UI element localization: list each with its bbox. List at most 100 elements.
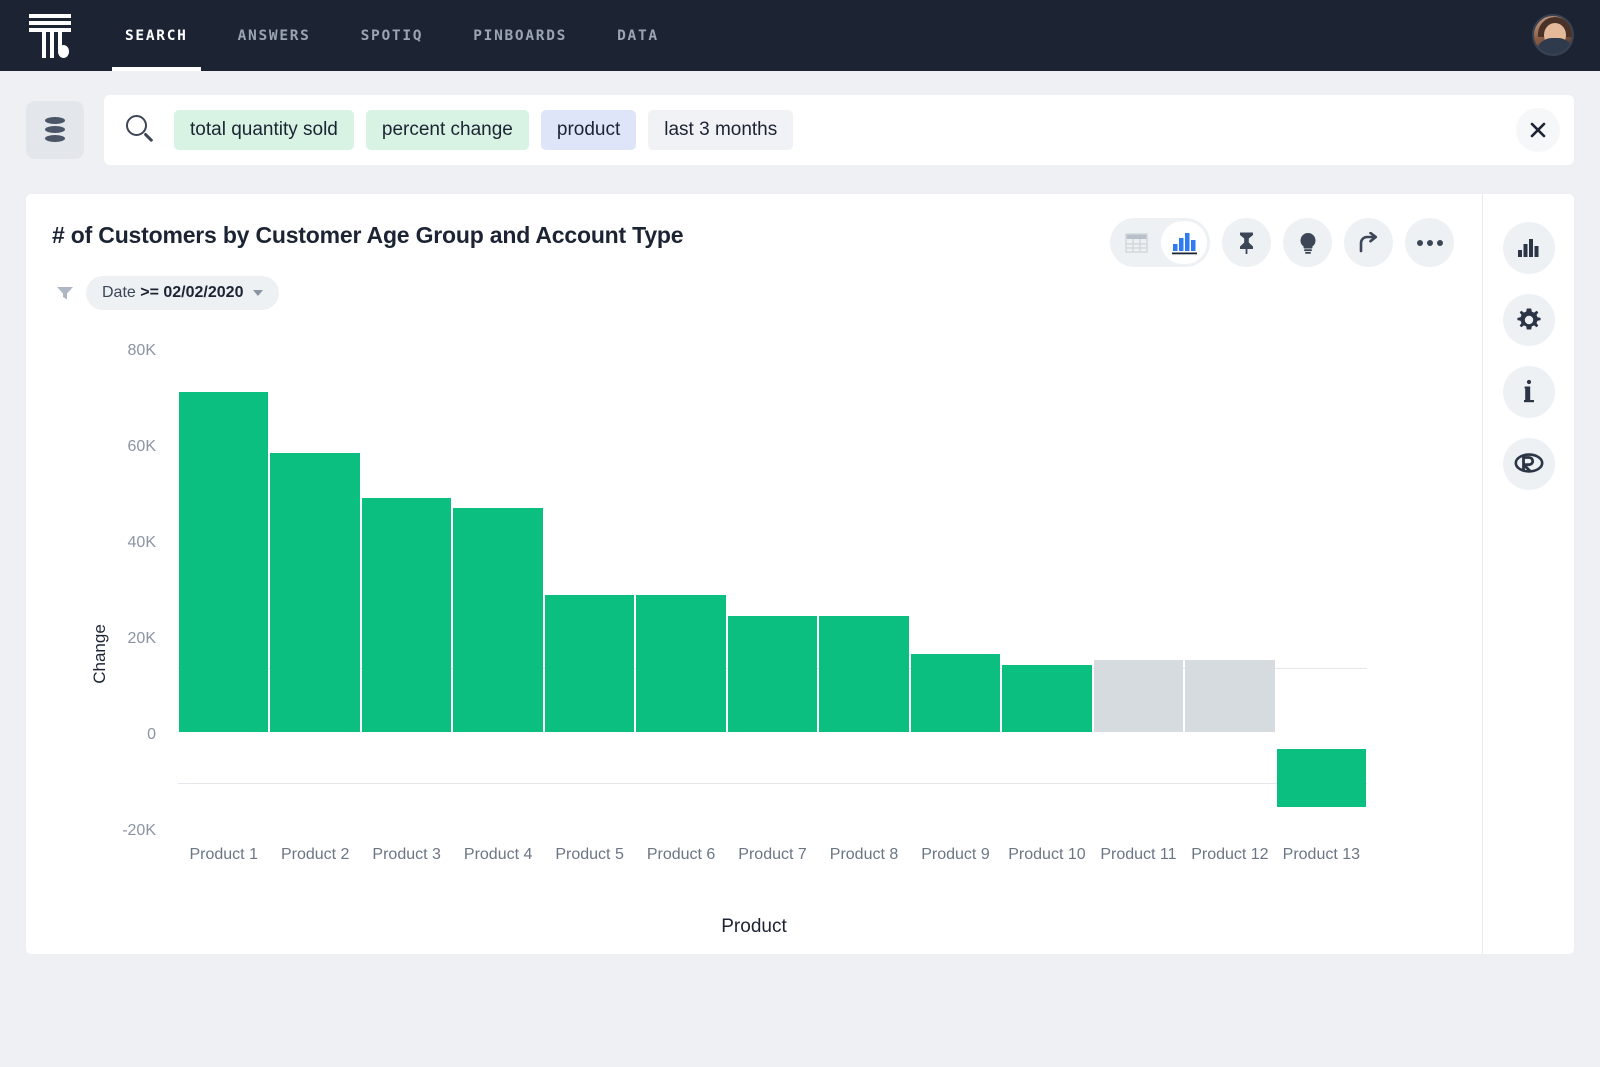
y-tick-label: 40K [127,534,156,551]
plot-area: Product 1 Product 2 Product 3 Product 4 Prod… [178,324,1367,863]
x-tick-label: Product 2 [280,846,350,863]
bar-chart: Change 80K 60K 40K 20K 0 -20K Product 1P… [26,324,1482,944]
bar[interactable] [361,498,452,732]
bar[interactable] [453,507,543,732]
bar[interactable] [819,616,909,732]
x-tick-label: Product 3 [372,846,441,863]
nav-label: ANSWERS [237,27,311,44]
x-tick-label: Product 7 [738,846,807,863]
search-tokens: total quantity sold percent change produ… [174,110,1516,150]
page-title: # of Customers by Customer Age Group and… [52,222,684,248]
y-axis-ticks: 80K 60K 40K 20K 0 -20K [26,324,156,944]
search-token-product[interactable]: product [540,110,637,150]
chart-view-toggle[interactable] [1161,221,1207,264]
bar-column: Product 9 [910,324,1001,863]
thoughtspot-logo-icon [29,13,71,58]
data-source-button[interactable] [26,101,84,159]
y-tick-label: 20K [127,630,156,647]
x-tick-label: Product 12 [1191,846,1269,863]
lightbulb-icon [1300,232,1315,254]
top-navigation-bar: SEARCH ANSWERS SPOTIQ PINBOARDS DATA [0,0,1600,71]
search-row: total quantity sold percent change produ… [26,95,1574,165]
pin-button[interactable] [1222,218,1271,267]
y-tick-label: 60K [127,438,156,455]
filter-icon [57,287,73,300]
nav-items: SEARCH ANSWERS SPOTIQ PINBOARDS DATA [100,0,684,71]
user-avatar[interactable] [1532,14,1574,56]
spotiq-button[interactable] [1283,218,1332,267]
bar-column: Product 13 [1276,324,1367,863]
chevron-down-icon [253,290,264,296]
nav-label: SPOTIQ [360,27,424,44]
chart-toolbar [1110,218,1454,267]
filter-chip-date[interactable]: Date >= 02/02/2020 [86,276,280,310]
x-tick-label: Product 6 [646,846,716,863]
bar-column: Product 5 [544,324,635,863]
answer-card: # of Customers by Customer Age Group and… [26,194,1574,954]
clear-search-button[interactable] [1516,108,1560,152]
nav-label: DATA [617,27,659,44]
r-analysis-button[interactable] [1502,438,1555,490]
bar[interactable] [727,616,818,732]
x-tick-label: Product 13 [1282,846,1361,863]
x-tick-label: Product 5 [555,846,624,863]
table-icon [1124,232,1148,253]
y-tick-label: 80K [127,342,156,359]
search-token-total-quantity-sold[interactable]: total quantity sold [174,110,354,150]
nav-item-data[interactable]: DATA [592,0,684,71]
token-label: percent change [381,119,513,140]
bar-column: Product 7 [727,324,818,863]
right-rail [1482,194,1574,954]
bar-series: Product 1 Product 2 Product 3 Product 4 Prod… [178,324,1367,863]
pin-icon [1240,232,1253,254]
r-icon [1514,453,1543,473]
bar[interactable] [1093,659,1184,732]
nav-label: SEARCH [125,27,188,44]
table-view-toggle[interactable] [1113,221,1159,264]
bar[interactable] [1002,665,1092,732]
search-icon [124,113,158,147]
bar-chart-icon [1517,239,1538,257]
x-tick-label: Product 10 [1008,846,1086,863]
search-token-percent-change[interactable]: percent change [365,110,529,150]
nav-item-search[interactable]: SEARCH [100,0,213,71]
logo-container[interactable] [0,13,100,58]
bar[interactable] [1276,748,1367,808]
share-button[interactable] [1344,218,1393,267]
bar-column: Product 1 [178,324,269,863]
info-icon [1523,379,1534,403]
search-token-last-3-months[interactable]: last 3 months [648,110,794,150]
bar[interactable] [1185,659,1275,732]
bar[interactable] [636,594,726,732]
more-options-button[interactable] [1405,218,1454,267]
bar-column: Product 4 [452,324,543,863]
bar-column: Product 6 [635,324,726,863]
nav-label: PINBOARDS [473,27,568,44]
x-tick-label: Product 1 [189,846,258,863]
chart-panel: # of Customers by Customer Age Group and… [26,194,1482,954]
gear-icon [1516,308,1541,330]
token-label: product [556,119,621,140]
chart-config-button[interactable] [1502,222,1555,274]
settings-button[interactable] [1502,294,1555,346]
close-icon [1530,122,1546,138]
bar-column: Product 2 [269,324,360,863]
x-tick-label: Product 8 [829,846,899,863]
nav-item-spotiq[interactable]: SPOTIQ [336,0,449,71]
info-button[interactable] [1502,366,1555,418]
nav-item-pinboards[interactable]: PINBOARDS [448,0,592,71]
bar-column: Product 11 [1093,324,1184,863]
nav-item-answers[interactable]: ANSWERS [213,0,336,71]
x-tick-label: Product 11 [1100,846,1177,863]
bar[interactable] [270,452,360,732]
bar-chart-icon [1171,233,1197,255]
filter-row: Date >= 02/02/2020 [56,276,280,310]
x-axis-title: Product [721,916,787,937]
bar[interactable] [544,594,635,732]
bar-column: Product 3 [361,324,452,863]
token-label: last 3 months [664,119,778,140]
bar[interactable] [910,654,1001,732]
search-bar[interactable]: total quantity sold percent change produ… [104,95,1574,165]
database-icon [45,117,65,143]
bar[interactable] [179,391,269,732]
